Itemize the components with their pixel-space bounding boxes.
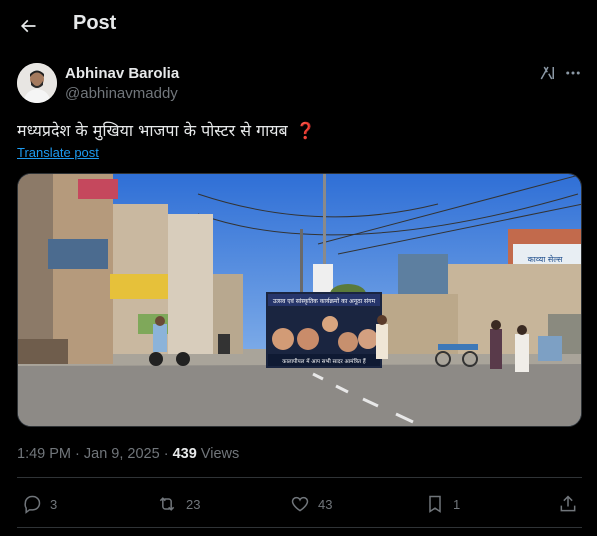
heart-icon (291, 496, 309, 512)
post-text-content: मध्यप्रदेश के मुखिया भाजपा के पोस्टर से … (17, 121, 288, 140)
translate-post-link[interactable]: Translate post (17, 145, 99, 160)
like-count: 43 (318, 496, 333, 512)
post-date[interactable]: Jan 9, 2025 (84, 446, 160, 462)
shop-sign-text: काव्या सेल्स (528, 254, 563, 264)
question-mark-emoji: ❓ (295, 121, 316, 140)
reply-icon (24, 495, 41, 514)
top-bar: Post (0, 0, 597, 50)
author-handle[interactable]: @abhinavmaddy (65, 85, 178, 102)
divider-bottom (17, 527, 582, 528)
post-image[interactable]: उत्सव एवं सांस्कृतिक कार्यक्रमों का अनूठ… (17, 173, 582, 427)
street-scene-image: उत्सव एवं सांस्कृतिक कार्यक्रमों का अनूठ… (18, 174, 581, 426)
repost-button[interactable]: 23 (156, 492, 200, 516)
page-title: Post (73, 12, 117, 34)
author-name[interactable]: Abhinav Barolia (65, 65, 179, 82)
bookmark-button[interactable]: 1 (425, 492, 460, 516)
banner-headline: उत्सव एवं सांस्कृतिक कार्यक्रमों का अनूठ… (273, 297, 376, 305)
bookmark-count: 1 (453, 496, 461, 512)
meta-separator-2: · (159, 446, 173, 462)
repost-icon (159, 497, 175, 511)
share-icon (560, 495, 576, 512)
share-button[interactable] (558, 492, 578, 516)
arrow-left-icon (20, 19, 36, 33)
grok-button[interactable] (537, 62, 559, 84)
meta-separator: · (71, 446, 84, 462)
bookmark-icon (429, 495, 441, 513)
post-meta: 1:49 PM · Jan 9, 2025 · 439 Views (17, 446, 239, 462)
reply-button[interactable]: 3 (22, 492, 57, 516)
grok-icon (540, 66, 554, 80)
more-icon (566, 71, 580, 75)
avatar-image (17, 63, 57, 103)
repost-count: 23 (186, 496, 201, 512)
avatar[interactable] (17, 63, 57, 103)
post-text: मध्यप्रदेश के मुखिया भाजपा के पोस्टर से … (17, 119, 316, 141)
banner-footer: कालापीपल में आप सभी सादर आमंत्रित हैं (282, 358, 366, 365)
views-label: Views (196, 446, 240, 462)
reply-count: 3 (50, 496, 58, 512)
like-button[interactable]: 43 (290, 492, 332, 516)
back-button[interactable] (14, 12, 42, 40)
divider-top (17, 477, 582, 478)
views-count: 439 (172, 446, 197, 462)
more-options-button[interactable] (562, 62, 584, 84)
post-time[interactable]: 1:49 PM (17, 446, 71, 462)
